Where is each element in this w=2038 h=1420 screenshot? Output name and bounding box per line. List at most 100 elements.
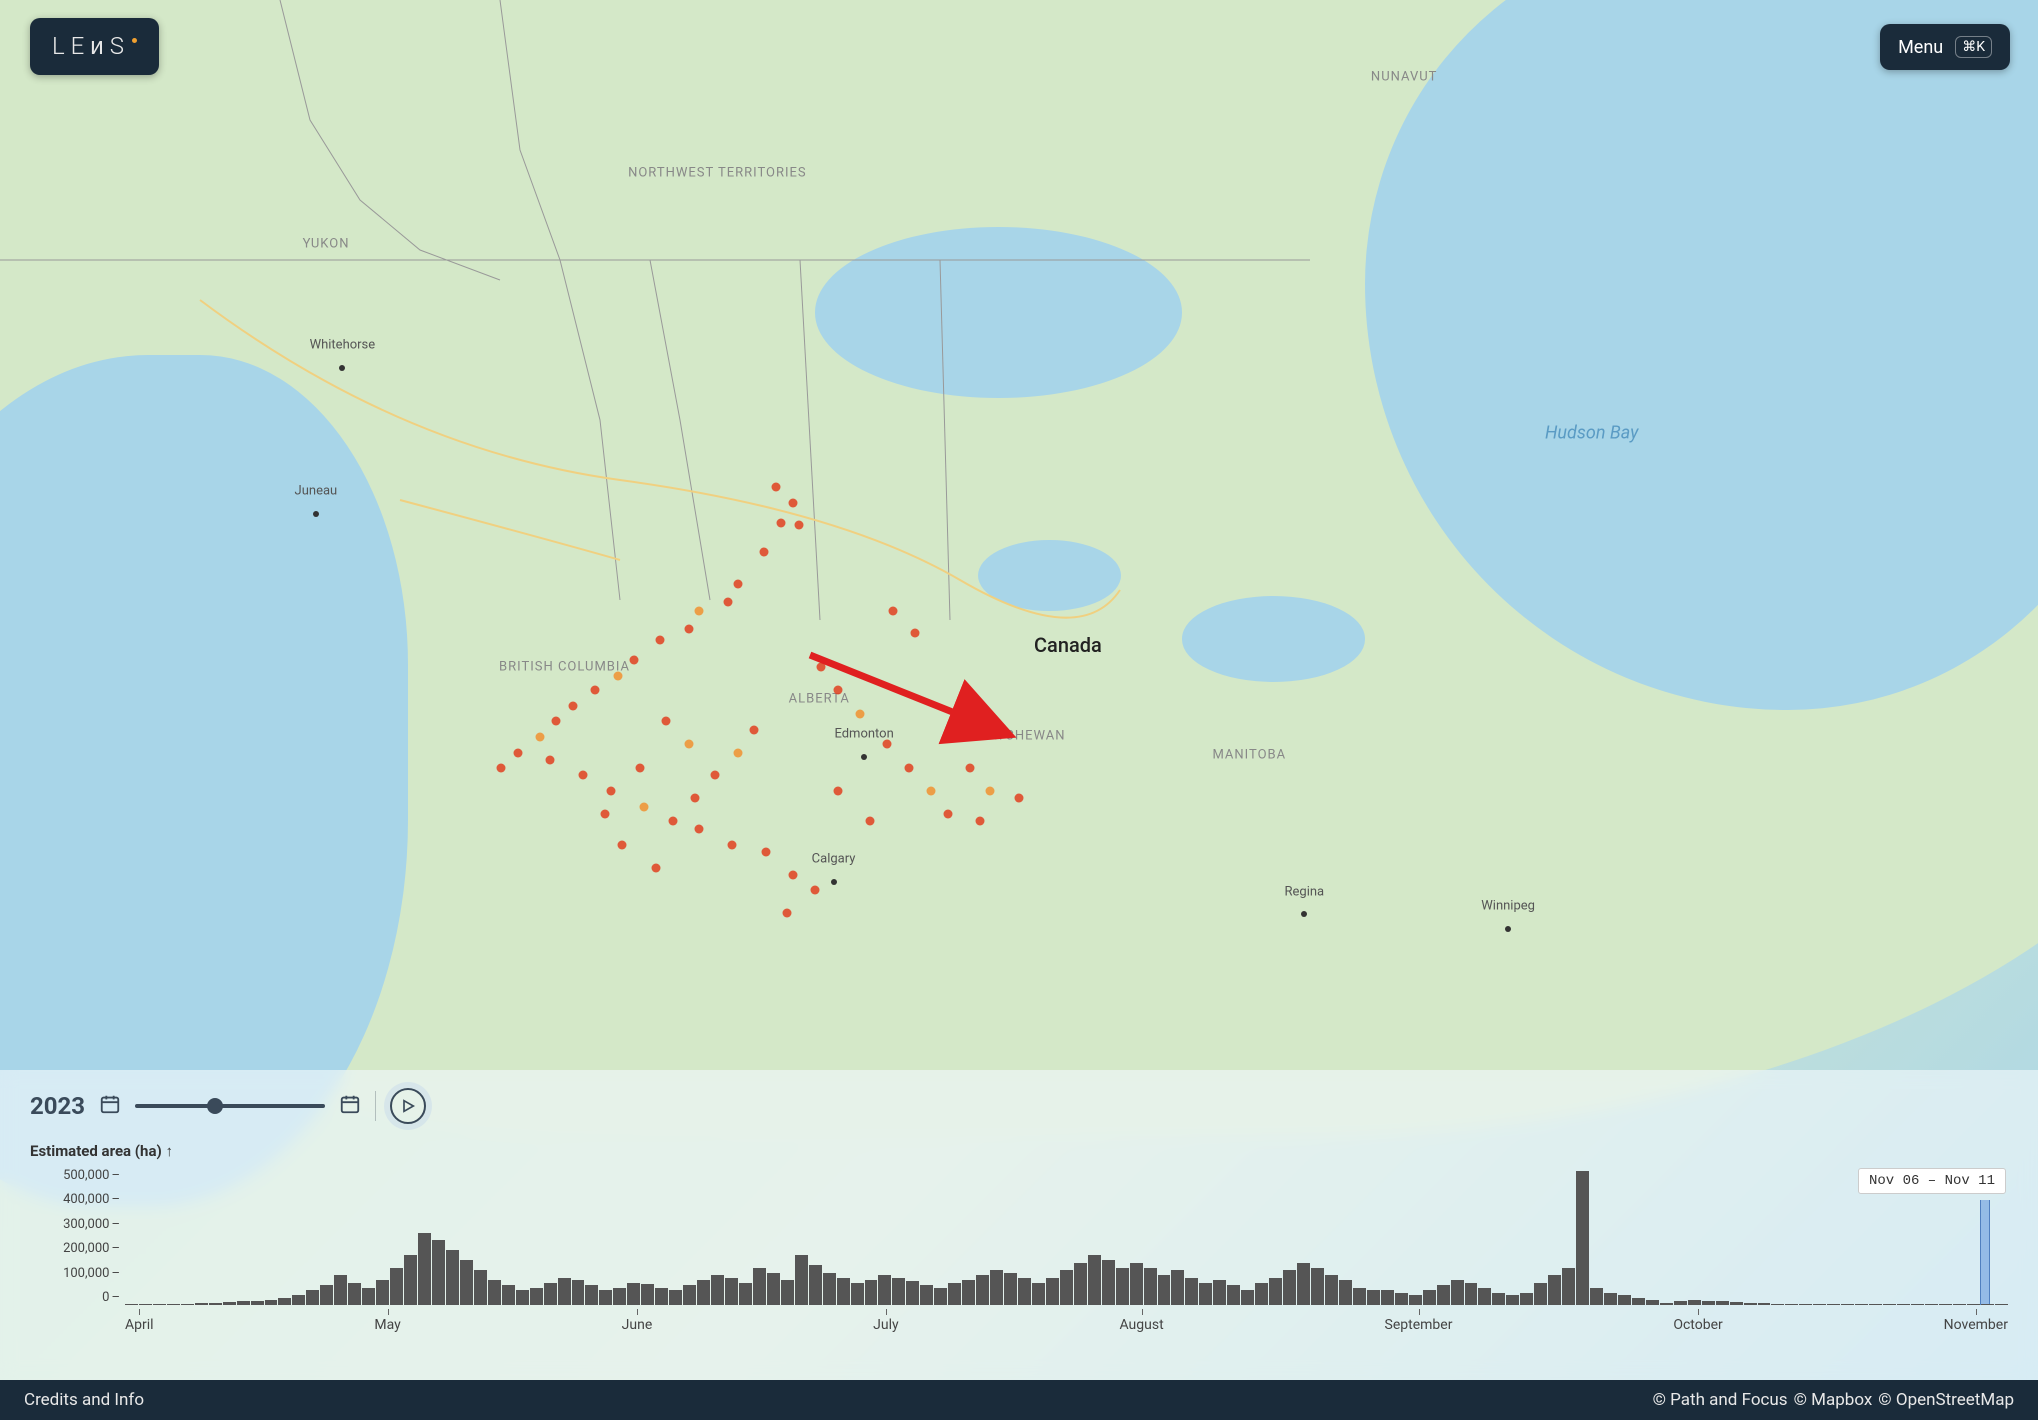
chart-bar[interactable] — [153, 1304, 166, 1305]
fire-marker[interactable] — [856, 710, 865, 719]
chart-bar[interactable] — [418, 1233, 431, 1305]
chart-bar[interactable] — [1730, 1302, 1743, 1305]
chart-bar[interactable] — [1437, 1285, 1450, 1305]
chart-bar[interactable] — [878, 1275, 891, 1305]
fire-marker[interactable] — [760, 548, 769, 557]
chart-bar[interactable] — [1004, 1273, 1017, 1305]
fire-marker[interactable] — [976, 816, 985, 825]
fire-marker[interactable] — [591, 686, 600, 695]
chart-bar[interactable] — [1102, 1260, 1115, 1305]
chart-bar[interactable] — [265, 1300, 278, 1305]
fire-marker[interactable] — [684, 625, 693, 634]
area-chart[interactable]: Nov 06 – Nov 11 500,000400,000300,000200… — [30, 1168, 2008, 1333]
fire-marker[interactable] — [1015, 794, 1024, 803]
chart-bar[interactable] — [683, 1285, 696, 1305]
chart-bar[interactable] — [1520, 1293, 1533, 1305]
chart-bar[interactable] — [795, 1255, 808, 1305]
chart-bar[interactable] — [1911, 1304, 1924, 1305]
chart-bar[interactable] — [1674, 1301, 1687, 1305]
chart-bar[interactable] — [1423, 1290, 1436, 1305]
chart-bar[interactable] — [1897, 1304, 1910, 1305]
chart-bar[interactable] — [934, 1288, 947, 1305]
chart-bar[interactable] — [1241, 1290, 1254, 1305]
chart-bar[interactable] — [474, 1270, 487, 1305]
chart-bar[interactable] — [181, 1304, 194, 1305]
fire-marker[interactable] — [911, 629, 920, 638]
chart-bar[interactable] — [460, 1260, 473, 1305]
chart-bar[interactable] — [1409, 1295, 1422, 1305]
chart-bar[interactable] — [1451, 1280, 1464, 1305]
chart-bar[interactable] — [1116, 1268, 1129, 1305]
chart-bar[interactable] — [711, 1275, 724, 1305]
chart-bar[interactable] — [725, 1278, 738, 1305]
fire-marker[interactable] — [513, 748, 522, 757]
chart-bar[interactable] — [348, 1283, 361, 1305]
chart-bar[interactable] — [544, 1283, 557, 1305]
chart-bar[interactable] — [1032, 1283, 1045, 1305]
fire-marker[interactable] — [966, 764, 975, 773]
fire-marker[interactable] — [684, 740, 693, 749]
chart-bar[interactable] — [906, 1281, 919, 1305]
chart-bar[interactable] — [1646, 1300, 1659, 1305]
chart-bar[interactable] — [1227, 1285, 1240, 1305]
fire-marker[interactable] — [568, 701, 577, 710]
chart-bar[interactable] — [892, 1278, 905, 1305]
chart-bar[interactable] — [139, 1304, 152, 1305]
chart-bar[interactable] — [278, 1298, 291, 1305]
chart-bar[interactable] — [237, 1301, 250, 1305]
chart-bar[interactable] — [1744, 1303, 1757, 1305]
chart-bar[interactable] — [530, 1288, 543, 1305]
chart-bar[interactable] — [502, 1285, 515, 1305]
chart-bar[interactable] — [669, 1290, 682, 1305]
chart-bar[interactable] — [697, 1280, 710, 1305]
chart-bar[interactable] — [585, 1285, 598, 1305]
chart-bar[interactable] — [823, 1273, 836, 1305]
fire-marker[interactable] — [772, 483, 781, 492]
chart-bar[interactable] — [920, 1285, 933, 1305]
chart-bar[interactable] — [1827, 1304, 1840, 1305]
chart-bar[interactable] — [1967, 1304, 1980, 1305]
chart-bar[interactable] — [1381, 1290, 1394, 1305]
chart-bar[interactable] — [223, 1302, 236, 1305]
chart-bar[interactable] — [1465, 1283, 1478, 1305]
fire-marker[interactable] — [866, 816, 875, 825]
chart-bar[interactable] — [1981, 1304, 1994, 1305]
chart-bar[interactable] — [1590, 1288, 1603, 1305]
chart-bar[interactable] — [125, 1304, 138, 1305]
chart-bar[interactable] — [809, 1265, 822, 1305]
chart-bar[interactable] — [1158, 1275, 1171, 1305]
chart-bar[interactable] — [1395, 1293, 1408, 1305]
chart-bar[interactable] — [1534, 1283, 1547, 1305]
chart-bar[interactable] — [962, 1280, 975, 1305]
chart-bar[interactable] — [1925, 1304, 1938, 1305]
chart-bar[interactable] — [865, 1280, 878, 1305]
chart-bar[interactable] — [1171, 1270, 1184, 1305]
fire-marker[interactable] — [629, 656, 638, 665]
chart-bar[interactable] — [1199, 1283, 1212, 1305]
chart-bar[interactable] — [320, 1285, 333, 1305]
chart-bar[interactable] — [1758, 1303, 1771, 1305]
fire-marker[interactable] — [695, 825, 704, 834]
chart-bar[interactable] — [1046, 1278, 1059, 1305]
chart-bar[interactable] — [1813, 1304, 1826, 1305]
chart-bar[interactable] — [292, 1295, 305, 1305]
chart-bar[interactable] — [334, 1275, 347, 1305]
chart-bar[interactable] — [1618, 1295, 1631, 1305]
chart-bar[interactable] — [516, 1290, 529, 1305]
fire-marker[interactable] — [613, 671, 622, 680]
attribution-link[interactable]: © Path and Focus — [1653, 1390, 1788, 1410]
chart-bar[interactable] — [948, 1283, 961, 1305]
fire-marker[interactable] — [794, 521, 803, 530]
chart-bar[interactable] — [1367, 1290, 1380, 1305]
chart-bar[interactable] — [1269, 1278, 1282, 1305]
chart-bar[interactable] — [976, 1275, 989, 1305]
chart-bar[interactable] — [837, 1278, 850, 1305]
chart-bar[interactable] — [1213, 1280, 1226, 1305]
chart-bar[interactable] — [599, 1290, 612, 1305]
chart-bar[interactable] — [1506, 1295, 1519, 1305]
chart-bar[interactable] — [1688, 1300, 1701, 1305]
fire-marker[interactable] — [662, 717, 671, 726]
chart-bar[interactable] — [167, 1304, 180, 1305]
chart-bar[interactable] — [1855, 1304, 1868, 1305]
menu-button[interactable]: Menu ⌘K — [1880, 24, 2010, 70]
